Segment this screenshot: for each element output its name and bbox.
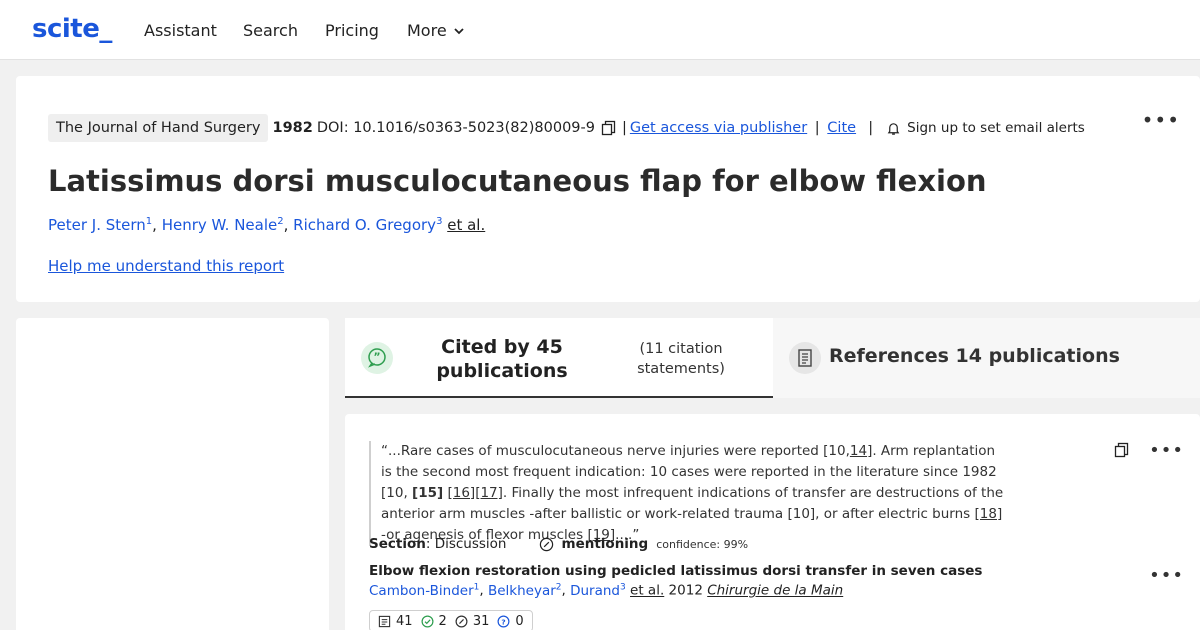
authors-list: Peter J. Stern1, Henry W. Neale2, Richar…: [48, 216, 486, 234]
author-sup: 2: [555, 582, 562, 592]
document-icon: [378, 615, 391, 627]
bell-icon[interactable]: [886, 121, 901, 136]
quote-text: “...Rare cases of musculocutaneous nerve…: [381, 443, 850, 459]
mentioning-badge: mentioning confidence: 99%: [539, 536, 749, 552]
question-circle-icon: ?: [497, 615, 510, 627]
left-sidebar: [16, 318, 329, 630]
stat-total: 41: [378, 614, 413, 629]
more-options-icon[interactable]: •••: [1142, 108, 1180, 132]
publication-year: 1982: [272, 120, 313, 136]
separator: |: [621, 120, 627, 136]
check-circle-icon: [421, 615, 434, 627]
citation-card: “...Rare cases of musculocutaneous nerve…: [345, 414, 1200, 630]
mentioning-label: mentioning: [561, 536, 649, 552]
nav-more[interactable]: More: [407, 21, 465, 40]
author-link[interactable]: Cambon-Binder1: [369, 582, 480, 599]
section-label: Section: [369, 536, 426, 552]
author-link[interactable]: Belkheyar2: [487, 582, 562, 599]
svg-text:”: ”: [373, 351, 380, 364]
mentioning-icon: [455, 615, 468, 627]
nav-search[interactable]: Search: [243, 21, 298, 40]
author-link[interactable]: Richard O. Gregory3: [293, 216, 442, 234]
author-name: Richard O. Gregory: [293, 216, 437, 234]
reference-link[interactable]: [16]: [447, 485, 475, 501]
more-options-icon[interactable]: •••: [1149, 440, 1184, 461]
stat-mentioning-value: 31: [472, 613, 490, 629]
nav-pricing[interactable]: Pricing: [325, 21, 379, 40]
author-sup: 1: [473, 582, 480, 592]
author-name: Belkheyar: [487, 582, 556, 599]
citation-statements-count: (11 citation statements): [637, 341, 725, 377]
author-name: Henry W. Neale: [161, 216, 278, 234]
doi-text: DOI: 10.1016/s0363-5023(82)80009-9: [316, 120, 595, 136]
copy-icon[interactable]: [601, 120, 617, 136]
page-title: Latissimus dorsi musculocutaneous flap f…: [48, 164, 987, 198]
stat-contrasting-value: 0: [515, 613, 524, 629]
more-options-icon[interactable]: •••: [1149, 565, 1184, 586]
tab-cited-by[interactable]: ” Cited by 45 publications (11 citation …: [345, 318, 773, 398]
author-link[interactable]: Durand3: [570, 582, 626, 599]
author-link[interactable]: Henry W. Neale2: [162, 216, 284, 234]
citing-paper-title[interactable]: Elbow flexion restoration using pedicled…: [369, 563, 982, 579]
nav-more-label: More: [407, 21, 447, 40]
author-name: Peter J. Stern: [48, 216, 146, 234]
confidence-text: confidence: 99%: [656, 537, 749, 551]
author-link[interactable]: Peter J. Stern1: [48, 216, 152, 234]
author-name: Cambon-Binder: [369, 582, 474, 599]
svg-text:?: ?: [502, 617, 506, 626]
quote-bubble-icon: ”: [361, 342, 393, 374]
reference-link[interactable]: [17]: [475, 485, 503, 501]
author-name: Durand: [570, 582, 620, 599]
reference-link[interactable]: 14: [850, 443, 867, 459]
journal-chip[interactable]: The Journal of Hand Surgery: [48, 114, 269, 142]
chevron-down-icon: [454, 27, 464, 34]
tab-references[interactable]: References 14 publications: [773, 318, 1200, 398]
section-row: Section: Discussion mentioning confidenc…: [369, 536, 748, 552]
citing-paper-authors: Cambon-Binder1, Belkheyar2, Durand3 et a…: [369, 582, 844, 599]
separator: |: [810, 120, 825, 136]
stat-total-value: 41: [396, 613, 413, 629]
author-sup: 3: [620, 582, 626, 592]
reference-link[interactable]: [18]: [975, 506, 1003, 522]
separator: |: [859, 120, 874, 136]
author-sup: 2: [277, 216, 284, 227]
cite-link[interactable]: Cite: [827, 120, 856, 136]
paper-header-card: The Journal of Hand Surgery 1982 DOI: 10…: [16, 76, 1200, 302]
meta-row: The Journal of Hand Surgery 1982 DOI: 10…: [48, 113, 1085, 143]
author-sup: 3: [436, 216, 443, 227]
help-understand-link[interactable]: Help me understand this report: [48, 257, 284, 275]
author-sup: 1: [145, 216, 153, 227]
document-icon: [789, 342, 821, 374]
mentioning-icon: [539, 537, 553, 551]
cited-by-count: Cited by 45 publications: [436, 336, 568, 382]
scite-logo[interactable]: scite_: [32, 14, 112, 44]
stat-supporting-value: 2: [438, 613, 447, 629]
email-alert-link[interactable]: Sign up to set email alerts: [907, 120, 1085, 136]
top-nav: scite_ Assistant Search Pricing More: [0, 0, 1200, 60]
nav-assistant[interactable]: Assistant: [144, 21, 217, 40]
stat-mentioning: 31: [455, 613, 490, 629]
et-al-link[interactable]: et al.: [630, 583, 664, 599]
section-value: : Discussion: [425, 536, 507, 552]
copy-icon[interactable]: [1114, 442, 1130, 458]
references-count: References 14 publications: [829, 345, 1120, 367]
et-al-link[interactable]: et al.: [447, 216, 485, 234]
stat-supporting: 2: [421, 614, 447, 629]
citation-stats[interactable]: 41 2 31 ? 0: [369, 610, 533, 630]
citing-paper-year: 2012: [668, 582, 703, 599]
reference-highlight[interactable]: [15]: [412, 485, 443, 501]
citing-paper-journal[interactable]: Chirurgie de la Main: [707, 583, 843, 599]
access-publisher-link[interactable]: Get access via publisher: [630, 120, 807, 136]
stat-contrasting: ? 0: [497, 613, 524, 629]
citation-quote: “...Rare cases of musculocutaneous nerve…: [369, 441, 1009, 546]
